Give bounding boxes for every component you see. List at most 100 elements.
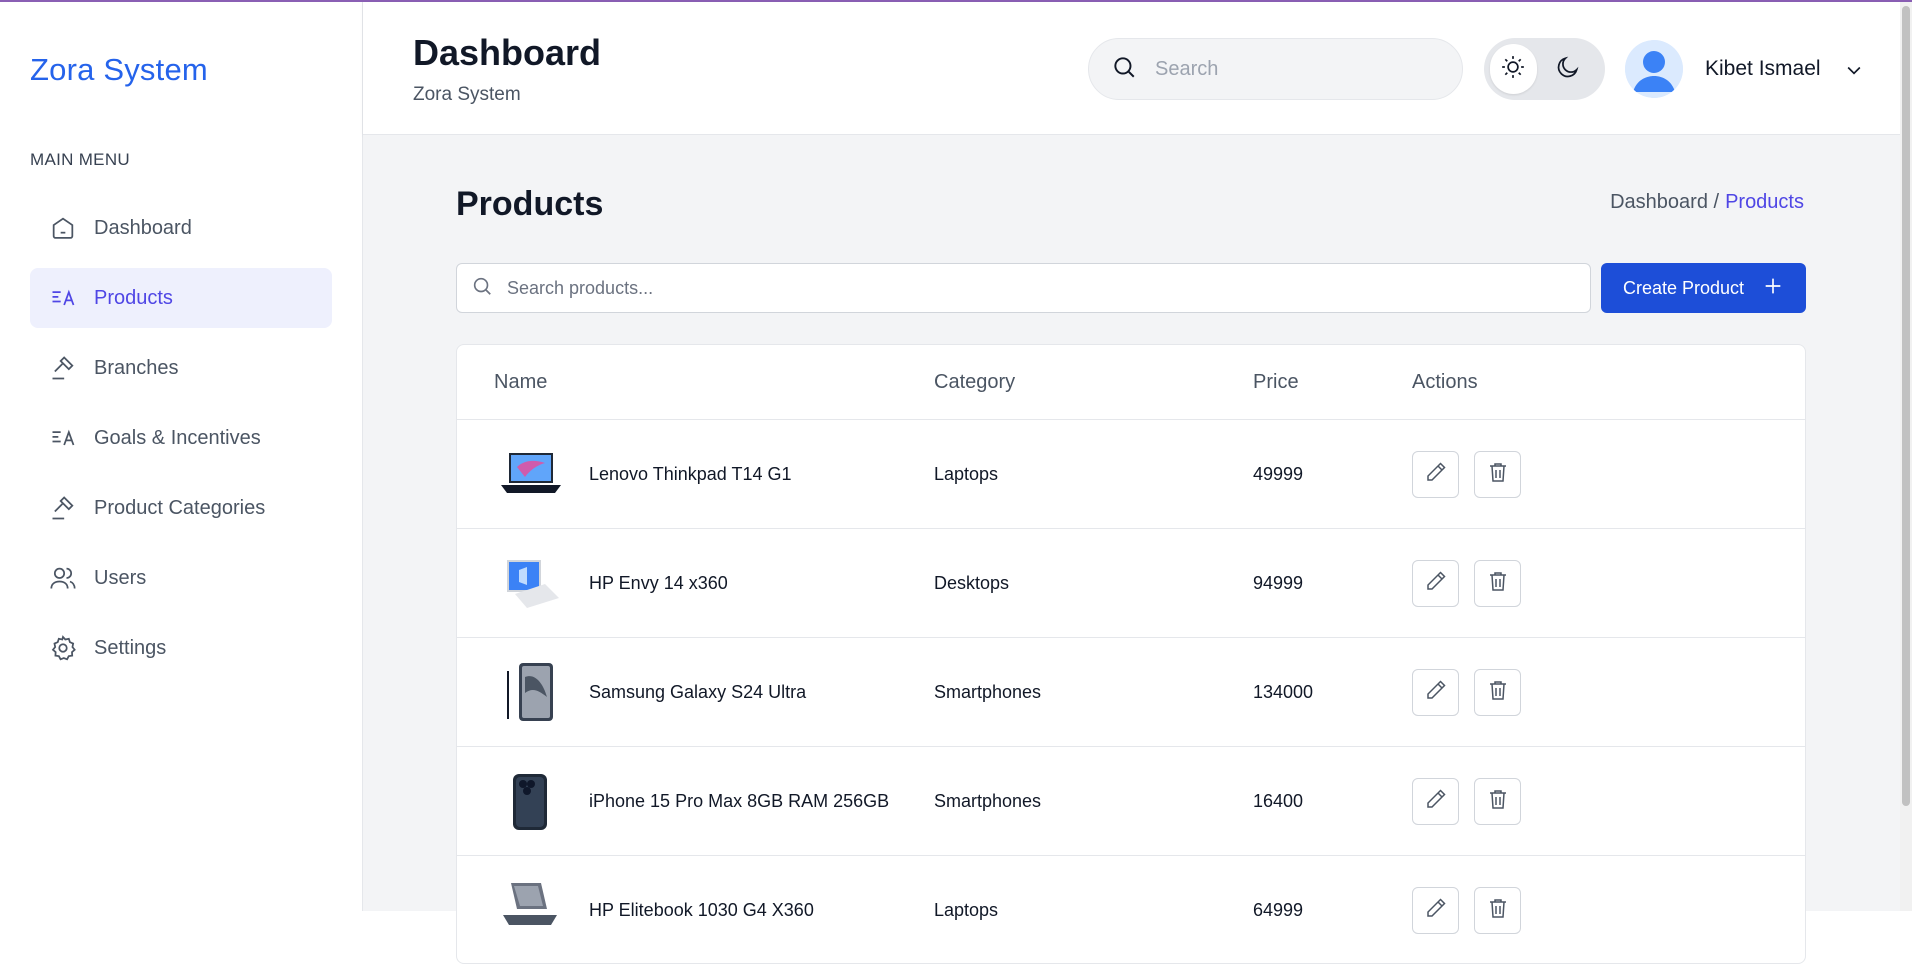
column-header-name: Name [494, 370, 548, 393]
product-name: HP Elitebook 1030 G4 X360 [589, 899, 814, 920]
sidebar-item-goals-incentives[interactable]: Goals & Incentives [30, 408, 332, 468]
pencil-icon [1424, 896, 1448, 925]
pencil-icon [1424, 460, 1448, 489]
trash-icon [1486, 569, 1510, 598]
search-icon [471, 275, 507, 302]
global-search-input[interactable] [1155, 57, 1415, 81]
sidebar-nav: Dashboard Products Branches Goals & Ince… [30, 198, 332, 688]
sun-icon [1500, 54, 1526, 85]
edit-button[interactable] [1412, 777, 1459, 825]
avatar[interactable] [1625, 40, 1683, 98]
search-icon [1111, 54, 1155, 85]
page-header-subtitle: Zora System [413, 84, 521, 105]
page-header-title: Dashboard [413, 32, 602, 73]
create-product-button[interactable]: Create Product [1601, 263, 1806, 313]
product-price: 94999 [1253, 572, 1304, 593]
pencil-icon [1424, 569, 1448, 598]
moon-icon [1555, 54, 1581, 85]
plus-icon [1744, 275, 1784, 302]
table-row: HP Envy 14 x360 Desktops 94999 [457, 529, 1805, 638]
sidebar-item-label: Settings [94, 636, 167, 659]
edit-button[interactable] [1412, 450, 1459, 498]
sidebar-item-label: Products [94, 286, 173, 309]
top-header: Dashboard Zora System Kibet Ismael [363, 2, 1912, 135]
product-name: iPhone 15 Pro Max 8GB RAM 256GB [589, 790, 890, 811]
product-search-input[interactable] [507, 277, 1507, 299]
table-row: HP Elitebook 1030 G4 X360 Laptops 64999 [457, 856, 1805, 963]
pencil-icon [1424, 787, 1448, 816]
sidebar-item-label: Goals & Incentives [94, 426, 261, 449]
product-search[interactable] [456, 263, 1591, 313]
delete-button[interactable] [1474, 668, 1521, 716]
column-header-actions: Actions [1412, 370, 1478, 393]
pencil-icon [1424, 678, 1448, 707]
table-row: Lenovo Thinkpad T14 G1 Laptops 49999 [457, 420, 1805, 529]
laptop-image [494, 438, 566, 510]
product-name: Lenovo Thinkpad T14 G1 [589, 463, 792, 484]
product-price: 49999 [1253, 463, 1304, 484]
page-scrollbar[interactable] [1900, 2, 1912, 911]
page-title: Products [456, 185, 604, 223]
table-row: iPhone 15 Pro Max 8GB RAM 256GB Smartpho… [457, 747, 1805, 856]
sidebar-item-settings[interactable]: Settings [30, 618, 332, 678]
sidebar: Zora System MAIN MENU Dashboard Products… [0, 2, 363, 911]
breadcrumb-parent[interactable]: Dashboard / [1610, 191, 1719, 213]
main-menu-heading: MAIN MENU [30, 150, 130, 169]
trash-icon [1486, 460, 1510, 489]
sidebar-item-users[interactable]: Users [30, 548, 332, 608]
trash-icon [1486, 896, 1510, 925]
sidebar-item-label: Product Categories [94, 496, 266, 519]
scrollbar-thumb[interactable] [1902, 6, 1910, 806]
translate-icon [48, 283, 78, 313]
dark-mode-button[interactable] [1545, 44, 1592, 94]
breadcrumb-current: Products [1725, 191, 1804, 213]
delete-button[interactable] [1474, 450, 1521, 498]
translate-icon [48, 423, 78, 453]
sidebar-item-label: Branches [94, 356, 179, 379]
delete-button[interactable] [1474, 886, 1521, 934]
sidebar-item-label: Dashboard [94, 216, 192, 239]
product-price: 16400 [1253, 790, 1304, 811]
users-icon [48, 563, 78, 593]
light-mode-button[interactable] [1490, 44, 1537, 94]
column-header-price: Price [1253, 370, 1299, 393]
product-name: Samsung Galaxy S24 Ultra [589, 681, 807, 702]
brand-logo[interactable]: Zora System [30, 52, 208, 88]
product-name: HP Envy 14 x360 [589, 572, 728, 593]
trash-icon [1486, 678, 1510, 707]
sidebar-item-products[interactable]: Products [30, 268, 332, 328]
breadcrumb: Dashboard / Products [1610, 191, 1804, 214]
phone-image [494, 765, 566, 837]
product-category: Smartphones [934, 790, 1042, 811]
product-price: 134000 [1253, 681, 1314, 702]
chevron-down-icon[interactable] [1844, 60, 1864, 80]
sidebar-item-branches[interactable]: Branches [30, 338, 332, 398]
theme-toggle[interactable] [1484, 38, 1605, 100]
edit-button[interactable] [1412, 559, 1459, 607]
create-product-label: Create Product [1622, 277, 1745, 298]
product-category: Desktops [934, 572, 1010, 593]
product-category: Laptops [934, 463, 999, 484]
sidebar-item-dashboard[interactable]: Dashboard [30, 198, 332, 258]
laptop-image [494, 874, 566, 946]
laptop-image [494, 547, 566, 619]
edit-button[interactable] [1412, 668, 1459, 716]
gavel-icon [48, 353, 78, 383]
trash-icon [1486, 787, 1510, 816]
sidebar-item-product-categories[interactable]: Product Categories [30, 478, 332, 538]
product-category: Smartphones [934, 681, 1042, 702]
delete-button[interactable] [1474, 777, 1521, 825]
global-search[interactable] [1088, 38, 1463, 100]
product-price: 64999 [1253, 899, 1304, 920]
edit-button[interactable] [1412, 886, 1459, 934]
main-content: Products Dashboard / Products Create Prod… [363, 135, 1912, 964]
table-row: Samsung Galaxy S24 Ultra Smartphones 134… [457, 638, 1805, 747]
product-category: Laptops [934, 899, 999, 920]
home-icon [48, 213, 78, 243]
delete-button[interactable] [1474, 559, 1521, 607]
user-name[interactable]: Kibet Ismael [1705, 57, 1821, 81]
gear-icon [48, 633, 78, 663]
products-table: Name Category Price Actions Lenovo Think… [456, 344, 1806, 964]
table-header: Name Category Price Actions [457, 345, 1805, 420]
gavel-icon [48, 493, 78, 523]
